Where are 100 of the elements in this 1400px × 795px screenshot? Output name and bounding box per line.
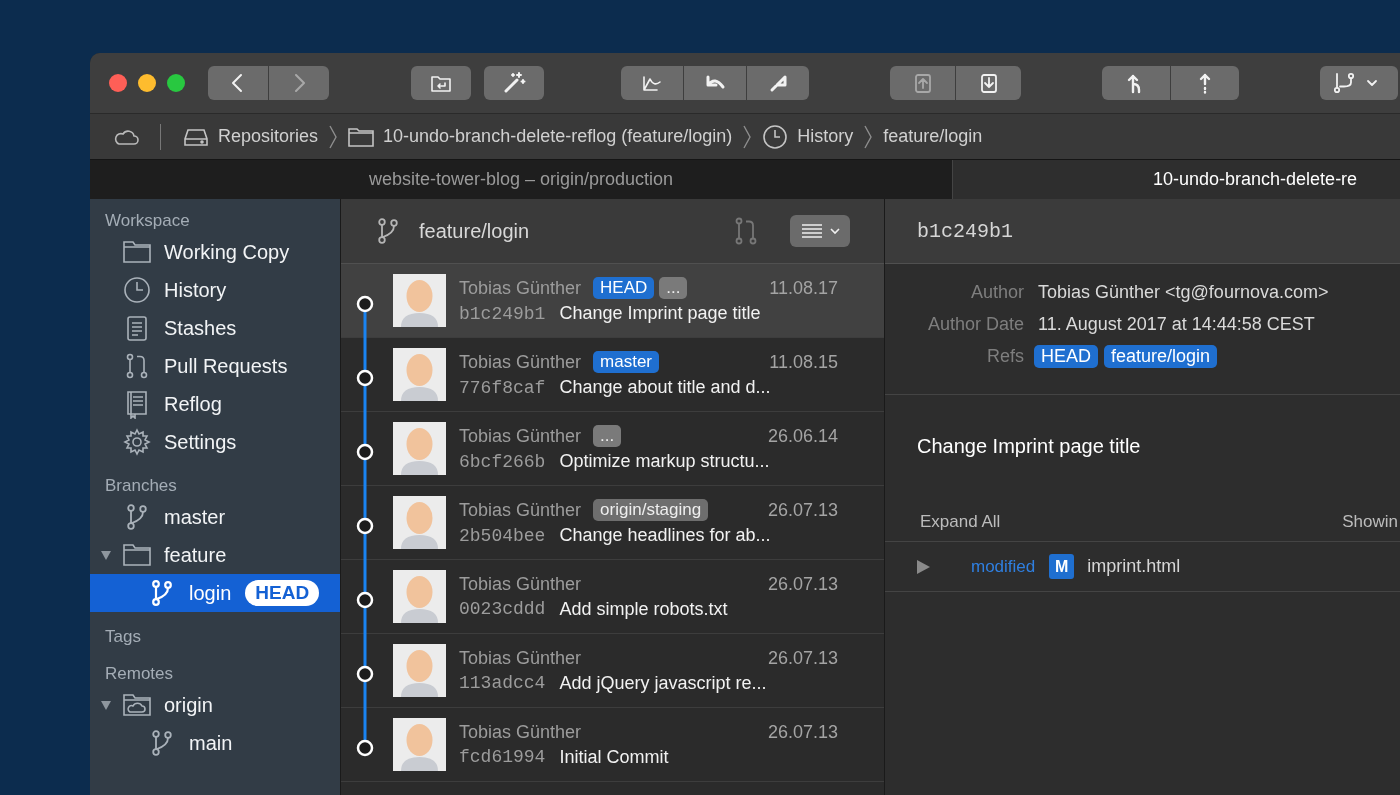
- commit-row[interactable]: Tobias Günther master 11.08.15 776f8caf Change about title and d...: [341, 338, 884, 412]
- stash-button[interactable]: [956, 66, 1021, 100]
- field-value: Tobias Günther <tg@fournova.com>: [1038, 282, 1329, 303]
- sidebar-item[interactable]: Settings: [90, 423, 340, 461]
- commit-message: Optimize markup structu...: [559, 451, 770, 472]
- tab[interactable]: 10-undo-branch-delete-re: [953, 160, 1400, 199]
- commit-hash: 776f8caf: [459, 377, 546, 398]
- sidebar-item[interactable]: Pull Requests: [90, 347, 340, 385]
- wand-button[interactable]: [484, 66, 544, 100]
- commit-hash: b1c249b1: [459, 303, 546, 324]
- commit-hash: b1c249b1: [917, 219, 1013, 243]
- sidebar-item[interactable]: origin: [90, 686, 340, 724]
- disclosure-triangle-icon[interactable]: [100, 549, 112, 561]
- commit-date: 26.07.13: [767, 721, 838, 743]
- undo-button[interactable]: [684, 66, 746, 100]
- minimize-button[interactable]: [138, 74, 156, 92]
- sidebar-item[interactable]: Stashes: [90, 309, 340, 347]
- expand-all-button[interactable]: Expand All: [920, 512, 1001, 532]
- field-label: Author Date: [926, 314, 1024, 335]
- avatar-icon: [393, 644, 446, 697]
- clock-icon: [762, 123, 789, 150]
- avatar-icon: [393, 496, 446, 549]
- sidebar-item[interactable]: Working Copy: [90, 233, 340, 271]
- commit-row[interactable]: Tobias Günther HEAD ... 11.08.17 b1c249b1 Change Imprint page title: [341, 264, 884, 338]
- view-menu-button[interactable]: [790, 215, 850, 247]
- commit-row[interactable]: Tobias Günther 26.07.13 fcd61994 Initial Commit: [341, 708, 884, 782]
- commit-row[interactable]: Tobias Günther ... 26.06.14 6bcf266b Optimize markup structu...: [341, 412, 884, 486]
- ref-label: ...: [593, 425, 622, 447]
- commit-message: Change about title and d...: [559, 377, 771, 398]
- commit-message: Add jQuery javascript re...: [559, 672, 767, 694]
- status-badge: M: [1049, 554, 1075, 579]
- redo-button[interactable]: [747, 66, 809, 100]
- commit-date: 26.07.13: [767, 573, 838, 595]
- field-value: 11. August 2017 at 14:44:58 CEST: [1038, 314, 1315, 335]
- pull-button[interactable]: [1102, 66, 1170, 100]
- sidebar-item[interactable]: History: [90, 271, 340, 309]
- chevron-icon: [863, 123, 874, 150]
- ref-label: HEAD: [593, 277, 655, 299]
- ref-label: origin/staging: [593, 499, 709, 521]
- commit-hash: 0023cddd: [459, 599, 546, 619]
- showing-label: Showin: [1342, 512, 1398, 532]
- commit-node: [356, 665, 374, 683]
- back-button[interactable]: [208, 66, 268, 100]
- author-name: Tobias Günther: [459, 573, 582, 595]
- author-name: Tobias Günther: [459, 351, 582, 373]
- clock-icon: [122, 275, 152, 305]
- commit-date: 11.08.17: [769, 277, 838, 299]
- commit-hash: 113adcc4: [459, 673, 546, 693]
- commit-row[interactable]: Tobias Günther 26.07.13 113adcc4 Add jQuery javascript re...: [341, 634, 884, 708]
- commit-node: [356, 295, 374, 313]
- drive-icon: [183, 126, 209, 147]
- sidebar-item[interactable]: login HEAD: [90, 574, 340, 612]
- chevron-icon: [742, 123, 753, 150]
- disclosure-triangle-icon[interactable]: [917, 559, 930, 574]
- commit-hash: fcd61994: [459, 747, 546, 767]
- breadcrumb-item[interactable]: Repositories: [183, 126, 319, 147]
- field-label: Author: [969, 282, 1024, 303]
- push-button[interactable]: [1171, 66, 1239, 100]
- merge-button[interactable]: [1320, 66, 1398, 100]
- close-button[interactable]: [109, 74, 127, 92]
- sidebar-item[interactable]: feature: [90, 536, 340, 574]
- commit-date: 26.06.14: [767, 425, 838, 447]
- folder-icon: [348, 126, 375, 147]
- section-heading: Branches: [104, 475, 178, 497]
- commit-date: 26.07.13: [767, 499, 838, 521]
- section-heading: Tags: [104, 626, 142, 648]
- author-name: Tobias Günther: [459, 277, 582, 299]
- avatar-icon: [393, 570, 446, 623]
- avatar-icon: [393, 348, 446, 401]
- zoom-button[interactable]: [167, 74, 185, 92]
- file-row[interactable]: modified M imprint.html: [885, 542, 1400, 592]
- fetch-button[interactable]: [621, 66, 683, 100]
- commit-row[interactable]: Tobias Günther 26.07.13 0023cddd Add simple robots.txt: [341, 560, 884, 634]
- section-heading: Remotes: [104, 663, 175, 685]
- field-label: Refs: [986, 346, 1024, 367]
- disclosure-triangle-icon[interactable]: [100, 699, 112, 711]
- avatar-icon: [393, 422, 446, 475]
- commit-node: [356, 517, 374, 535]
- breadcrumb-item[interactable]: 10-undo-branch-delete-reflog (feature/login): [348, 126, 733, 147]
- commit-hash: 2b504bee: [459, 525, 546, 546]
- sidebar-item[interactable]: main: [90, 724, 340, 762]
- file-name: imprint.html: [1087, 556, 1181, 577]
- breadcrumb-item[interactable]: History: [762, 123, 854, 150]
- commit-row[interactable]: Tobias Günther origin/staging 26.07.13 2b504bee Change headlines for ab...: [341, 486, 884, 560]
- commit-node: [356, 591, 374, 609]
- sidebar-item[interactable]: master: [90, 498, 340, 536]
- commit-date: 11.08.15: [769, 351, 838, 373]
- breadcrumb-item[interactable]: feature/login: [883, 126, 983, 147]
- avatar-icon: [393, 274, 446, 327]
- head-badge: HEAD: [245, 580, 320, 606]
- commit-node: [356, 369, 374, 387]
- author-name: Tobias Günther: [459, 721, 582, 743]
- author-name: Tobias Günther: [459, 425, 582, 447]
- sidebar-item[interactable]: Reflog: [90, 385, 340, 423]
- ref-label: ...: [659, 277, 688, 299]
- author-name: Tobias Günther: [459, 647, 582, 669]
- commit-subject: Change Imprint page title: [916, 434, 1142, 459]
- open-button[interactable]: [411, 66, 471, 100]
- commit-message: Change headlines for ab...: [559, 525, 771, 546]
- wand-icon: [502, 71, 526, 95]
